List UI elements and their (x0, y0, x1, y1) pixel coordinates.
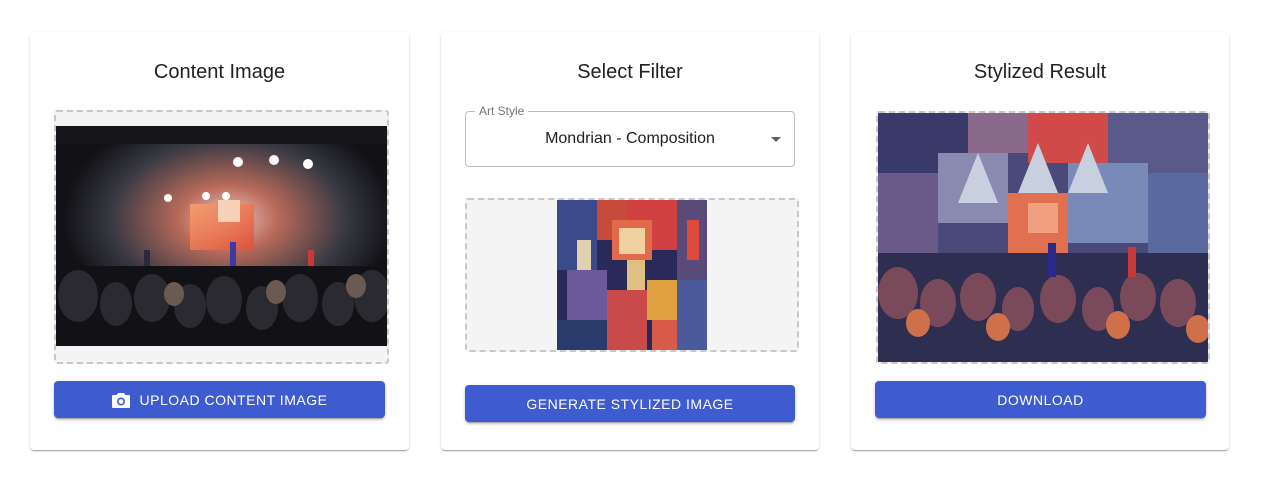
stylized-result-preview (876, 111, 1210, 364)
content-image (56, 126, 387, 346)
camera-icon (111, 392, 130, 408)
art-style-select[interactable]: Art Style Mondrian - Composition (465, 104, 795, 167)
download-button-label: Download (997, 391, 1084, 408)
art-style-value: Mondrian - Composition (545, 130, 715, 147)
filter-card-title: Select Filter (577, 61, 683, 83)
content-image-card: Content Image UPLOAD CONTENT IMAGE (30, 32, 409, 450)
content-image-dropzone[interactable] (54, 110, 389, 364)
generate-button-label: Generate Stylized Image (526, 395, 734, 412)
upload-content-image-button[interactable]: Upload Content Image (54, 381, 385, 418)
result-card-title: Stylized Result (973, 61, 1107, 83)
stylized-result-card: Stylized Result DOWNLOAD (851, 32, 1229, 450)
content-card-title: Content Image (153, 61, 286, 83)
generate-stylized-image-button[interactable]: Generate Stylized Image (465, 385, 795, 422)
dropdown-arrow-icon[interactable] (771, 137, 781, 142)
stylized-image (878, 113, 1208, 362)
upload-button-label: Upload Content Image (139, 391, 328, 408)
select-filter-card: Select Filter Art Style Mondrian - Compo… (441, 32, 819, 450)
style-image (557, 200, 707, 350)
download-button[interactable]: Download (875, 381, 1206, 418)
style-image-preview (465, 198, 799, 352)
